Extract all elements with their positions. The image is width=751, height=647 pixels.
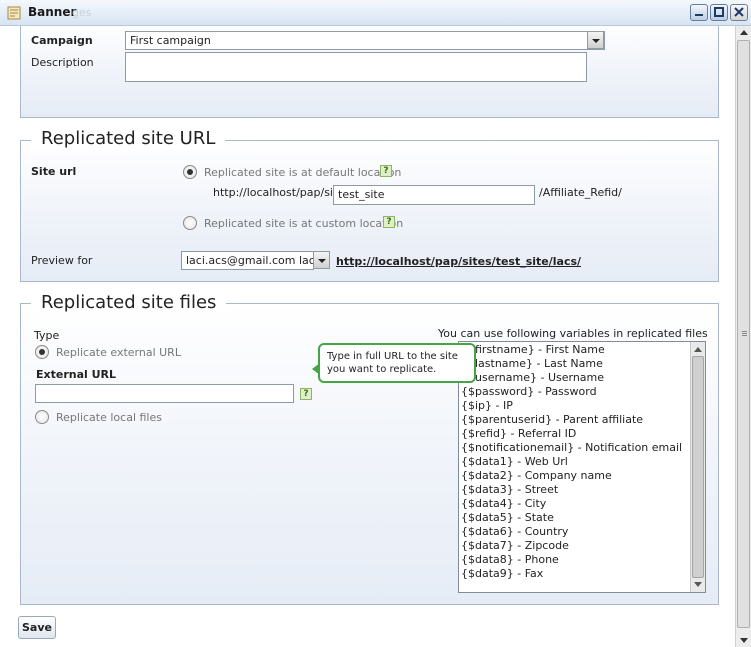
external-url-label: External URL — [36, 368, 117, 381]
maximize-icon — [714, 7, 724, 17]
preview-user-select[interactable]: laci.acs@gmail.com laci acs — [181, 251, 314, 270]
variable-item[interactable]: {$password} - Password — [461, 385, 691, 399]
default-location-help-icon[interactable]: ? — [380, 165, 392, 177]
variable-item[interactable]: {$data1} - Web Url — [461, 455, 691, 469]
url-suffix-text: /Affiliate_Refid/ — [539, 186, 622, 199]
local-files-radio[interactable] — [35, 410, 49, 424]
site-name-input[interactable]: test_site — [333, 185, 535, 205]
custom-location-label: Replicated site is at custom location — [204, 217, 404, 230]
variable-item[interactable]: {$data4} - City — [461, 497, 691, 511]
scroll-grip — [742, 331, 747, 332]
variable-item[interactable]: {$data6} - Country — [461, 525, 691, 539]
variable-item[interactable]: {$lastname} - Last Name — [461, 357, 691, 371]
scroll-grip — [742, 333, 747, 334]
external-url-tooltip: Type in full URL to the site you want to… — [312, 343, 476, 383]
close-icon — [734, 7, 744, 17]
variable-item[interactable]: {$data8} - Phone — [461, 553, 691, 567]
main-scroll-down-icon[interactable] — [740, 638, 748, 643]
external-url-input[interactable] — [35, 384, 294, 403]
description-textarea[interactable] — [125, 52, 587, 82]
variables-scroll-thumb[interactable] — [692, 356, 704, 578]
maximize-button[interactable] — [710, 4, 728, 21]
site-url-label: Site url — [31, 165, 77, 178]
variables-listbox[interactable]: {$firstname} - First Name {$lastname} - L… — [458, 341, 706, 593]
variable-item[interactable]: {$refid} - Referral ID — [461, 427, 691, 441]
save-button[interactable]: Save — [18, 616, 56, 639]
description-label: Description — [31, 56, 94, 69]
custom-location-radio[interactable] — [183, 216, 197, 230]
site-name-value: test_site — [338, 188, 385, 201]
variable-item[interactable]: {$ip} - IP — [461, 399, 691, 413]
variable-item[interactable]: {$data2} - Company name — [461, 469, 691, 483]
tooltip-pointer — [312, 363, 320, 375]
variable-item[interactable]: {$data7} - Zipcode — [461, 539, 691, 553]
variable-item[interactable]: {$notificationemail} - Notification emai… — [461, 441, 691, 455]
minimize-button[interactable] — [690, 4, 708, 21]
preview-user-value: laci.acs@gmail.com laci acs — [186, 254, 313, 267]
variables-scrollbar[interactable] — [690, 342, 705, 592]
variable-item[interactable]: {$data3} - Street — [461, 483, 691, 497]
scroll-grip — [742, 335, 747, 336]
default-location-radio[interactable] — [183, 165, 197, 179]
external-url-radio[interactable] — [35, 345, 49, 359]
variable-item[interactable]: {$username} - Username — [461, 371, 691, 385]
tooltip-text: Type in full URL to the site you want to… — [327, 351, 458, 375]
campaign-label: Campaign — [31, 34, 93, 47]
scroll-down-icon[interactable] — [694, 582, 702, 587]
main-scroll-thumb[interactable] — [737, 40, 750, 628]
preview-user-dropdown-arrow[interactable] — [313, 251, 330, 269]
variable-item[interactable]: {$data5} - State — [461, 511, 691, 525]
default-location-label: Replicated site is at default location — [204, 166, 402, 179]
variables-heading: You can use following variables in repli… — [438, 327, 708, 340]
window-title: Banner — [28, 5, 77, 19]
banner-app-icon — [7, 6, 21, 20]
campaign-select[interactable]: First campaign — [125, 31, 605, 50]
scroll-up-icon[interactable] — [694, 347, 702, 352]
external-url-help-icon[interactable]: ? — [300, 388, 312, 400]
variable-item[interactable]: {$data9} - Fax — [461, 567, 691, 581]
custom-location-help-icon[interactable]: ? — [383, 216, 395, 228]
preview-link[interactable]: http://localhost/pap/sites/test_site/lac… — [336, 255, 581, 268]
type-label: Type — [34, 329, 60, 342]
campaign-select-value: First campaign — [130, 34, 211, 47]
external-url-option-label: Replicate external URL — [56, 346, 181, 359]
site-url-legend: Replicated site URL — [31, 128, 226, 149]
campaign-dropdown-arrow[interactable] — [587, 31, 604, 49]
variable-item[interactable]: {$parentuserid} - Parent affiliate — [461, 413, 691, 427]
local-files-option-label: Replicate local files — [56, 411, 162, 424]
preview-for-label: Preview for — [31, 254, 93, 267]
variable-item[interactable]: {$firstname} - First Name — [461, 343, 691, 357]
window-titlebar: Banner ges — [0, 0, 751, 26]
dialog-content: Campaign First campaign Description Repl… — [0, 26, 735, 647]
window-title-ghost: ges — [72, 6, 92, 19]
close-button[interactable] — [730, 4, 748, 21]
main-scroll-up-icon[interactable] — [740, 30, 748, 35]
minimize-icon — [695, 14, 703, 16]
main-scrollbar[interactable] — [735, 26, 751, 647]
variables-list: {$firstname} - First Name {$lastname} - L… — [461, 343, 691, 581]
site-files-legend: Replicated site files — [31, 292, 227, 313]
